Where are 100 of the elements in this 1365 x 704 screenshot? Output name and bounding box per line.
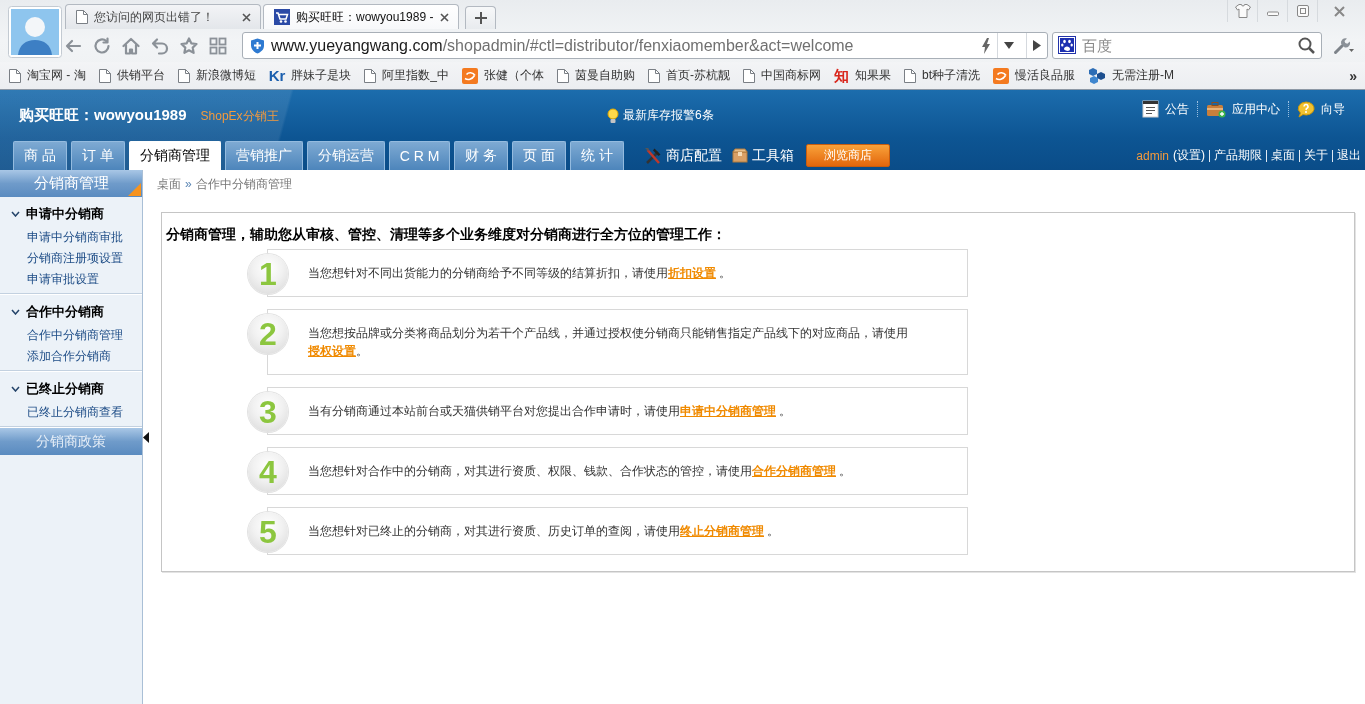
chevron-down-icon	[11, 211, 20, 217]
step-number: 4	[248, 452, 288, 492]
nav-tab[interactable]: 分销商管理	[128, 141, 221, 170]
toolbar-link[interactable]: 商店配置	[644, 146, 723, 165]
header-link[interactable]: 公告	[1134, 100, 1197, 118]
bookmark[interactable]: 新浪微博短	[177, 67, 256, 84]
avatar-icon[interactable]	[8, 6, 62, 58]
close-icon[interactable]	[1332, 4, 1346, 18]
sidebar-group-header[interactable]: 申请中分销商	[0, 201, 142, 227]
panel-title: 分销商管理，辅助您从审核、管控、清理等多个业务维度对分销商进行全方位的管理工作：	[166, 225, 727, 244]
bulb-icon	[607, 107, 619, 124]
header-link[interactable]: 关于	[1304, 147, 1328, 164]
shop-title: 购买旺旺：wowyou1989	[19, 106, 187, 125]
home-icon[interactable]	[122, 36, 140, 55]
paw-icon	[1058, 36, 1076, 54]
more-bookmarks-button[interactable]: »	[1349, 67, 1357, 84]
new-tab-button[interactable]	[465, 6, 496, 29]
sidebar-link[interactable]: 合作中分销商管理	[0, 325, 142, 346]
page-icon	[557, 68, 570, 83]
user-link[interactable]: admin	[1136, 148, 1169, 163]
chevron-down-icon	[11, 386, 20, 392]
page-icon	[76, 10, 88, 24]
browser-tab[interactable]: 您访问的网页出错了！	[65, 4, 261, 29]
step-number: 3	[248, 392, 288, 432]
browser-tab[interactable]: 购买旺旺：wowyou1989 -	[263, 4, 459, 29]
sidebar-group-header[interactable]: 已终止分销商	[0, 376, 142, 402]
wrench-icon[interactable]	[1333, 36, 1355, 55]
help-icon	[1297, 100, 1315, 118]
step-text: 当您想按品牌或分类将商品划分为若干个产品线，并通过授权使分销商只能销售指定产品线下的对应商品，请使用 授权设置。	[308, 325, 909, 360]
page-icon	[648, 68, 661, 83]
sidebar-link[interactable]: 添加合作分销商	[0, 346, 142, 367]
step-text: 当有分销商通过本站前台或天猫供销平台对您提出合作申请时，请使用申请中分销商管理 。	[308, 403, 793, 420]
sidebar-link[interactable]: 申请中分销商审批	[0, 227, 142, 248]
step-text: 当您想针对不同出货能力的分销商给予不同等级的结算折扣，请使用折扣设置 。	[308, 265, 733, 282]
bookmark[interactable]: bt种子清洗	[904, 67, 981, 84]
close-icon[interactable]	[242, 12, 251, 22]
shirt-icon[interactable]	[1233, 3, 1252, 19]
bookmark[interactable]: 知 知果果	[834, 67, 892, 84]
bookmark[interactable]: 张健（个体	[462, 67, 545, 84]
site-logo: 知	[834, 67, 850, 84]
lightning-icon[interactable]	[981, 37, 991, 54]
bookmark[interactable]: Kr 胖妹子是块	[268, 67, 352, 84]
left-triangle-icon[interactable]	[143, 432, 149, 443]
sidebar-link[interactable]: 申请审批设置	[0, 269, 142, 290]
sidebar-link[interactable]: 分销商注册项设置	[0, 248, 142, 269]
address-field[interactable]: www.yueyangwang.com/shopadmin/#ctl=distributor/fenxiaomember&act=welcome	[242, 32, 1048, 59]
bookmark[interactable]: 中国商标网	[743, 67, 822, 84]
briefcase-icon	[1206, 100, 1226, 118]
breadcrumb-current: 合作中分销商管理	[195, 176, 292, 193]
tools-icon	[644, 146, 663, 165]
star-icon[interactable]	[180, 36, 198, 55]
search-field[interactable]: 百度	[1052, 32, 1322, 59]
toolbar-link[interactable]: 工具箱	[732, 146, 795, 165]
swirl-logo-icon	[993, 67, 1010, 84]
settings-link[interactable]: (设置)	[1173, 147, 1205, 164]
sidebar-link[interactable]: 已终止分销商查看	[0, 402, 142, 423]
step-number: 5	[248, 512, 288, 552]
header-link[interactable]: 应用中心	[1198, 100, 1288, 118]
bookmark[interactable]: 供销平台	[98, 67, 165, 84]
cubes-icon	[1088, 67, 1107, 84]
grid-icon[interactable]	[209, 36, 227, 55]
breadcrumb-link[interactable]: 桌面	[157, 170, 181, 200]
breadcrumb-separator: »	[185, 176, 192, 193]
document-icon	[1142, 100, 1159, 118]
header-link[interactable]: 退出	[1337, 147, 1361, 164]
page-icon	[364, 68, 377, 83]
site-logo: Kr	[268, 67, 286, 84]
stock-alert-link[interactable]: 最新库存报警6条	[607, 107, 714, 124]
step-text: 当您想针对已终止的分销商，对其进行资质、历史订单的查阅，请使用终止分销商管理 。	[308, 523, 781, 540]
bookmark[interactable]: 慢活良品服	[993, 67, 1076, 84]
bookmark[interactable]: 阿里指数_中	[364, 67, 450, 84]
refresh-icon[interactable]	[93, 36, 111, 55]
bookmark[interactable]: 无需注册-M	[1088, 67, 1175, 84]
step-text: 当您想针对合作中的分销商，对其进行资质、权限、钱款、合作状态的管控，请使用合作分销商管理 。	[308, 463, 853, 480]
search-icon[interactable]	[1298, 37, 1315, 54]
play-icon[interactable]	[1033, 40, 1041, 51]
step-number: 1	[248, 254, 288, 294]
box-icon	[732, 148, 749, 163]
page-icon	[98, 68, 111, 83]
plus-icon	[474, 12, 487, 24]
header-link[interactable]: 产品期限	[1214, 147, 1262, 164]
chevron-down-icon	[11, 309, 20, 315]
restore-icon[interactable]	[1295, 4, 1310, 18]
caret-icon[interactable]	[1004, 42, 1014, 49]
corner-triangle-icon	[128, 183, 141, 196]
sidebar-group-header[interactable]: 合作中分销商	[0, 299, 142, 325]
header-link[interactable]: 桌面	[1271, 147, 1295, 164]
page-icon	[177, 68, 190, 83]
bookmark[interactable]: 淘宝网 - 淘	[9, 67, 86, 84]
page-icon	[9, 68, 21, 83]
bookmark[interactable]: 首页-苏杭靓	[648, 67, 731, 84]
shield-icon	[250, 37, 265, 54]
swirl-logo-icon	[462, 67, 479, 84]
undo-icon[interactable]	[151, 36, 169, 55]
step-number: 2	[248, 314, 288, 354]
header-link[interactable]: 向导	[1289, 100, 1353, 118]
cart-icon	[274, 9, 290, 25]
close-icon[interactable]	[440, 12, 449, 22]
bookmark[interactable]: 茵曼自助购	[557, 67, 636, 84]
page-icon	[904, 68, 917, 83]
